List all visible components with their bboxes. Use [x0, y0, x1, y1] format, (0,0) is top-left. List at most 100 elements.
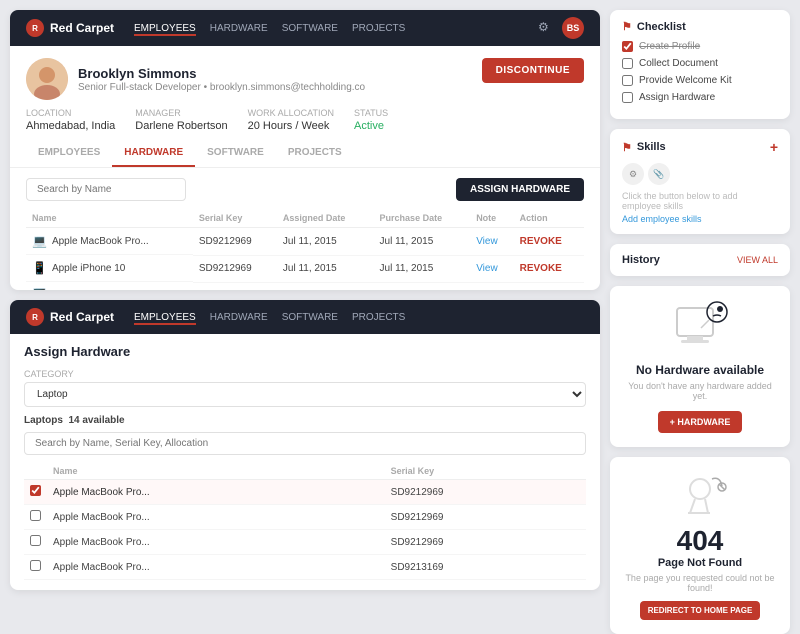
nav-software[interactable]: SOFTWARE: [282, 21, 338, 36]
checklist-checkbox[interactable]: [622, 41, 633, 52]
location-label: Location: [26, 108, 115, 118]
checklist-item: Create Profile: [622, 41, 778, 52]
hw-assigned-date: Jul 11, 2015: [277, 228, 374, 256]
category-label: Category: [24, 369, 586, 379]
no-hardware-title: No Hardware available: [622, 363, 778, 377]
work-label: Work Allocation: [248, 108, 334, 118]
tab-employees[interactable]: EMPLOYEES: [26, 140, 112, 167]
not-found-title: Page Not Found: [622, 557, 778, 569]
checklist-title: ⚑ Checklist: [622, 20, 778, 33]
modal-table-row: Apple MacBook Pro... SD9213169: [24, 555, 586, 580]
not-found-subtitle: The page you requested could not be foun…: [622, 573, 778, 593]
search-assign-row: ASSIGN HARDWARE: [26, 178, 584, 201]
employee-role: Senior Full-stack Developer • brooklyn.s…: [78, 82, 365, 93]
modal-search-input[interactable]: [24, 432, 586, 455]
flag-icon: ⚑: [622, 20, 632, 33]
modal-row-checkbox-cell[interactable]: [24, 530, 47, 555]
skill-badge-2: 📎: [648, 163, 670, 185]
right-panel: ⚑ Checklist Create Profile Collect Docum…: [610, 10, 790, 590]
modal-row-checkbox-cell[interactable]: [24, 505, 47, 530]
hw-serial: SD9212969: [193, 228, 277, 256]
modal-row-checkbox-cell[interactable]: [24, 555, 47, 580]
hw-device-icon: 📱: [32, 261, 47, 275]
checklist-checkbox[interactable]: [622, 75, 633, 86]
modal-row-checkbox[interactable]: [30, 485, 41, 496]
modal-row-name: Apple MacBook Pro...: [47, 505, 385, 530]
modal-row-serial: SD9213169: [385, 555, 586, 580]
manager-label: Manager: [135, 108, 227, 118]
modal-row-serial: SD9212969: [385, 505, 586, 530]
bottom-nav-software[interactable]: SOFTWARE: [282, 310, 338, 325]
hw-device-icon: 💻: [32, 234, 47, 248]
bottom-brand-icon: R: [26, 308, 44, 326]
checklist-label: Collect Document: [639, 58, 718, 69]
profile-left: Brooklyn Simmons Senior Full-stack Devel…: [26, 58, 365, 100]
hw-assigned-date: Jul 11, 2015: [277, 282, 374, 290]
hw-action[interactable]: REVOKE: [514, 282, 584, 290]
hw-note[interactable]: View: [470, 255, 513, 282]
category-select[interactable]: Laptop: [24, 382, 586, 407]
brand-icon: R: [26, 19, 44, 37]
search-input[interactable]: [26, 178, 186, 201]
history-title: History: [622, 254, 660, 266]
redirect-button[interactable]: REDIRECT TO HOME PAGE: [640, 601, 761, 620]
bottom-brand-label: Red Carpet: [50, 310, 114, 324]
bottom-nav-hardware[interactable]: HARDWARE: [210, 310, 268, 325]
hardware-table: Name Serial Key Assigned Date Purchase D…: [26, 209, 584, 290]
checklist-item: Assign Hardware: [622, 92, 778, 103]
modal-table-row: Apple MacBook Pro... SD9212969: [24, 530, 586, 555]
settings-icon[interactable]: ⚙: [538, 20, 554, 36]
modal-row-checkbox[interactable]: [30, 535, 41, 546]
assign-hardware-button[interactable]: ASSIGN HARDWARE: [456, 178, 584, 201]
bottom-row: R Red Carpet EMPLOYEES HARDWARE SOFTWARE…: [10, 300, 600, 590]
view-all-button[interactable]: VIEW ALL: [737, 255, 778, 265]
checklist-items: Create Profile Collect Document Provide …: [622, 41, 778, 103]
add-hardware-button[interactable]: + HARDWARE: [658, 411, 743, 433]
modal-row-serial: SD9212969: [385, 480, 586, 505]
col-serial: Serial Key: [193, 209, 277, 228]
tab-bar: EMPLOYEES HARDWARE SOFTWARE PROJECTS: [10, 140, 600, 168]
tab-hardware[interactable]: HARDWARE: [112, 140, 195, 167]
history-row: History VIEW ALL: [622, 254, 778, 266]
nav-employees[interactable]: EMPLOYEES: [134, 21, 196, 36]
not-found-illustration: [670, 471, 730, 521]
bottom-nav-projects[interactable]: PROJECTS: [352, 310, 405, 325]
add-skills-link[interactable]: Add employee skills: [622, 214, 778, 224]
tab-projects[interactable]: PROJECTS: [276, 140, 354, 167]
col-action: Action: [514, 209, 584, 228]
bottom-nav-employees[interactable]: EMPLOYEES: [134, 310, 196, 325]
available-count: Laptops 14 available: [24, 415, 586, 426]
error-code: 404: [622, 527, 778, 555]
skills-title: ⚑ Skills +: [622, 139, 778, 155]
skill-badge-1: ⚙: [622, 163, 644, 185]
hw-note[interactable]: View: [470, 228, 513, 256]
nav-hardware[interactable]: HARDWARE: [210, 21, 268, 36]
modal-title: Assign Hardware: [24, 344, 586, 359]
modal-row-checkbox[interactable]: [30, 510, 41, 521]
hw-action[interactable]: REVOKE: [514, 228, 584, 256]
add-skill-icon[interactable]: +: [770, 139, 778, 155]
hardware-section: ASSIGN HARDWARE Name Serial Key Assigned…: [10, 168, 600, 290]
hw-purchase-date: Jul 11, 2015: [374, 282, 471, 290]
profile-avatar: [26, 58, 68, 100]
modal-table-row: Apple MacBook Pro... SD9212969: [24, 480, 586, 505]
col-name: Name: [26, 209, 193, 228]
hw-purchase-date: Jul 11, 2015: [374, 228, 471, 256]
hw-action[interactable]: REVOKE: [514, 255, 584, 282]
meta-row: Location Ahmedabad, India Manager Darlen…: [10, 108, 600, 140]
nav-projects[interactable]: PROJECTS: [352, 21, 405, 36]
checklist-label: Provide Welcome Kit: [639, 75, 732, 86]
modal-row-checkbox-cell[interactable]: [24, 480, 47, 505]
col-assigned: Assigned Date: [277, 209, 374, 228]
discontinue-button[interactable]: DISCONTINUE: [482, 58, 584, 83]
modal-row-checkbox[interactable]: [30, 560, 41, 571]
no-hardware-illustration: [665, 300, 735, 355]
checklist-checkbox[interactable]: [622, 92, 633, 103]
hw-note: -: [470, 282, 513, 290]
checklist-checkbox[interactable]: [622, 58, 633, 69]
table-row: 📱 Apple iPhone 10 SD9212969 Jul 11, 2015…: [26, 255, 584, 282]
tab-software[interactable]: SOFTWARE: [195, 140, 276, 167]
assign-modal-area: Assign Hardware Category Laptop Laptops …: [10, 334, 600, 590]
status-label: Status: [354, 108, 388, 118]
user-avatar[interactable]: BS: [562, 17, 584, 39]
